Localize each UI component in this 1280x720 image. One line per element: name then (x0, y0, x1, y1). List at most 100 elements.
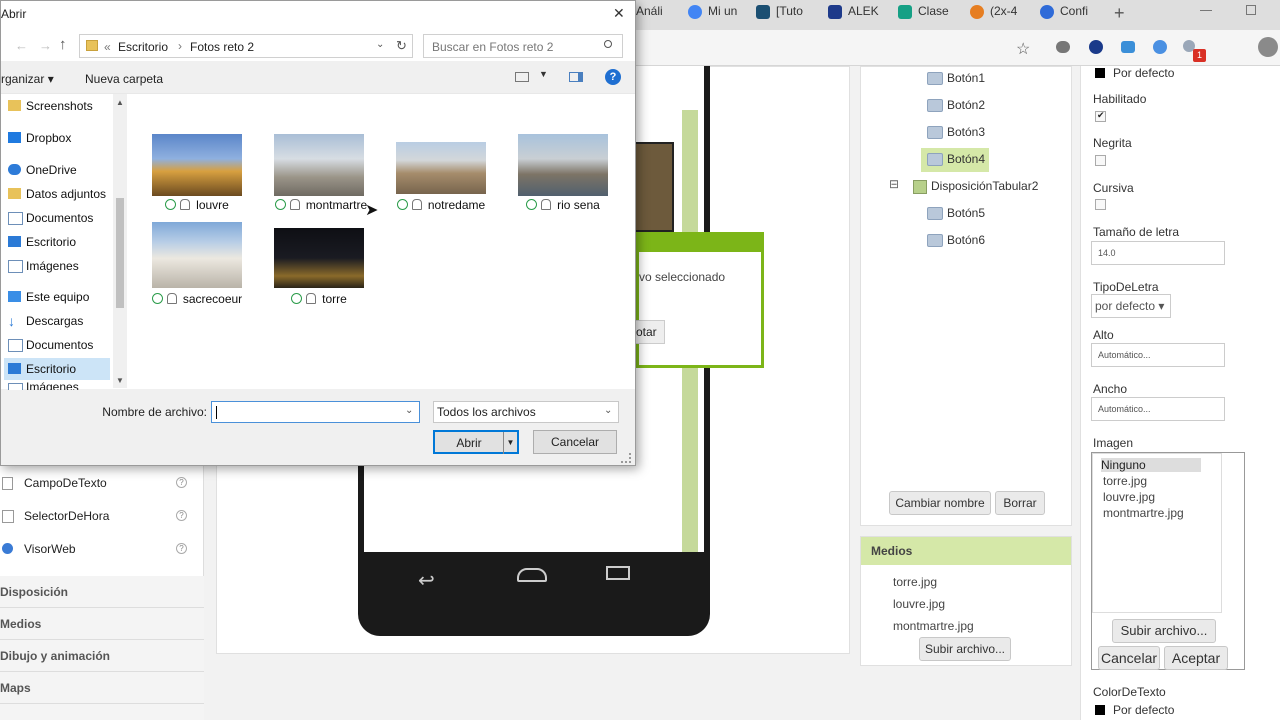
nav-onedrive[interactable]: OneDrive (4, 159, 77, 181)
recent-apps-icon[interactable] (606, 566, 630, 580)
nav-documentos[interactable]: Documentos (4, 207, 93, 229)
back-nav-icon[interactable]: ↩ (418, 568, 468, 592)
rename-button[interactable]: Cambiar nombre (889, 491, 991, 515)
profile-avatar[interactable] (1258, 37, 1278, 57)
image-accept-button[interactable]: Aceptar (1164, 646, 1228, 670)
media-file[interactable]: louvre.jpg (893, 597, 945, 611)
filename-input[interactable]: ⌄ (211, 401, 420, 423)
palette-item-webviewer[interactable]: VisorWeb ? (0, 540, 200, 562)
up-arrow-icon[interactable]: ↑ (59, 36, 67, 53)
file-tile[interactable]: notredame (389, 134, 493, 216)
maximize-icon[interactable] (1246, 5, 1256, 15)
tab-mi-unidad[interactable]: Mi un (688, 4, 746, 26)
chevron-down-icon[interactable]: ⌄ (405, 405, 413, 416)
font-size-input[interactable]: 14.0 (1091, 241, 1225, 265)
tree-boton3[interactable]: Botón3 (927, 125, 985, 140)
extension-p-icon[interactable] (1089, 40, 1103, 54)
alto-input[interactable]: Automático... (1091, 343, 1225, 367)
help-icon[interactable]: ? (176, 510, 187, 521)
text-color-swatch[interactable] (1095, 705, 1105, 715)
breadcrumb[interactable]: « Escritorio › Fotos reto 2 ⌄ ↻ (79, 34, 413, 58)
ancho-input[interactable]: Automático... (1091, 397, 1225, 421)
section-maps[interactable]: Maps (0, 672, 204, 704)
file-tile[interactable]: sacrecoeur (145, 222, 249, 306)
nav-escritorio[interactable]: Escritorio (4, 231, 76, 253)
scroll-up-icon[interactable]: ▲ (116, 98, 124, 107)
help-icon[interactable]: ? (176, 477, 187, 488)
media-file[interactable]: torre.jpg (893, 575, 937, 589)
file-tile[interactable]: louvre (145, 134, 249, 216)
nav-imagenes-2[interactable]: Imágenes (4, 378, 79, 390)
color-swatch[interactable] (1095, 68, 1105, 78)
image-option[interactable]: montmartre.jpg (1103, 506, 1184, 520)
search-box[interactable]: Buscar en Fotos reto 2 (423, 34, 623, 58)
tab-analisis[interactable]: Análi (636, 4, 680, 26)
tab-configuracion[interactable]: Confi (1040, 4, 1100, 26)
section-medios[interactable]: Medios (0, 608, 204, 640)
delete-button[interactable]: Borrar (995, 491, 1045, 515)
tree-boton5[interactable]: Botón5 (927, 206, 985, 221)
section-dibujo[interactable]: Dibujo y animación (0, 640, 204, 672)
nav-screenshots[interactable]: Screenshots (4, 95, 93, 117)
file-tile[interactable]: montmartre (267, 134, 375, 216)
extension-people-icon[interactable] (1121, 41, 1135, 53)
tree-boton4-selected[interactable]: Botón4 (921, 148, 989, 172)
back-arrow-icon[interactable]: ← (15, 38, 28, 53)
palette-item-timepicker[interactable]: SelectorDeHora ? (0, 507, 200, 529)
media-upload-button[interactable]: Subir archivo... (919, 637, 1011, 661)
nav-dropbox[interactable]: Dropbox (4, 127, 71, 149)
tab-clase[interactable]: Clase (898, 4, 958, 26)
view-options-icon[interactable] (515, 72, 529, 82)
image-option[interactable]: louvre.jpg (1103, 490, 1155, 504)
tree-boton1[interactable]: Botón1 (927, 71, 985, 86)
tab-tutorial[interactable]: [Tuto (756, 4, 816, 26)
section-disposicion[interactable]: Disposición (0, 576, 204, 608)
new-folder-button[interactable]: Nueva carpeta (85, 72, 163, 86)
habilitado-checkbox[interactable]: ✔ (1095, 110, 1106, 122)
nav-documentos-2[interactable]: Documentos (4, 334, 93, 356)
file-type-filter[interactable]: Todos los archivos ⌄ (433, 401, 619, 423)
nav-escritorio-selected[interactable]: Escritorio (4, 358, 110, 380)
refresh-icon[interactable]: ↻ (396, 38, 407, 54)
tab-aleks[interactable]: ALEK (828, 4, 888, 26)
nav-imagenes[interactable]: Imágenes (4, 255, 79, 277)
media-file[interactable]: montmartre.jpg (893, 619, 974, 633)
extension-info-icon[interactable] (1153, 40, 1167, 54)
chevron-down-icon[interactable]: ⌄ (604, 405, 612, 416)
help-icon[interactable]: ? (605, 69, 621, 85)
image-options-list[interactable]: Ninguno torre.jpg louvre.jpg montmartre.… (1092, 453, 1222, 613)
nav-datos-adjuntos[interactable]: Datos adjuntos (4, 183, 106, 205)
nav-este-equipo[interactable]: Este equipo (4, 286, 89, 308)
organize-menu[interactable]: rganizar ▾ (1, 72, 54, 86)
palette-item-textbox[interactable]: CampoDeTexto ? (0, 474, 200, 496)
cursiva-checkbox[interactable] (1095, 199, 1106, 210)
tree-boton2[interactable]: Botón2 (927, 98, 985, 113)
phone-dialog-button[interactable]: otar (635, 320, 665, 344)
home-nav-icon[interactable] (517, 568, 547, 582)
minimize-icon[interactable] (1200, 10, 1212, 11)
breadcrumb-fotos[interactable]: Fotos reto 2 (190, 40, 254, 54)
forward-arrow-icon[interactable]: → (39, 38, 52, 53)
collapse-icon[interactable]: ⊟ (889, 177, 899, 191)
new-tab-button[interactable]: + (1114, 3, 1125, 24)
close-icon[interactable]: ✕ (613, 5, 625, 22)
file-tile[interactable]: torre (267, 222, 371, 306)
help-icon[interactable]: ? (176, 543, 187, 554)
chevron-down-icon[interactable]: ⌄ (376, 39, 384, 50)
image-option[interactable]: torre.jpg (1103, 474, 1147, 488)
open-button[interactable]: Abrir ▼ (433, 430, 519, 454)
file-tile[interactable]: rio sena (511, 134, 615, 216)
bookmark-star-icon[interactable]: ☆ (1016, 39, 1030, 59)
image-cancel-button[interactable]: Cancelar (1098, 646, 1160, 670)
breadcrumb-escritorio[interactable]: Escritorio (118, 40, 168, 54)
preview-pane-icon[interactable] (569, 72, 583, 82)
negrita-checkbox[interactable] (1095, 155, 1106, 166)
image-upload-button[interactable]: Subir archivo... (1112, 619, 1216, 643)
nav-descargas[interactable]: ↓ Descargas (4, 310, 83, 332)
font-type-select[interactable]: por defecto ▾ (1091, 294, 1171, 318)
extension-cloud-icon[interactable] (1056, 41, 1070, 53)
scroll-thumb[interactable] (116, 198, 124, 308)
scroll-down-icon[interactable]: ▼ (116, 376, 124, 385)
tab-math[interactable]: (2x-4 (970, 4, 1030, 26)
cancel-button[interactable]: Cancelar (533, 430, 617, 454)
